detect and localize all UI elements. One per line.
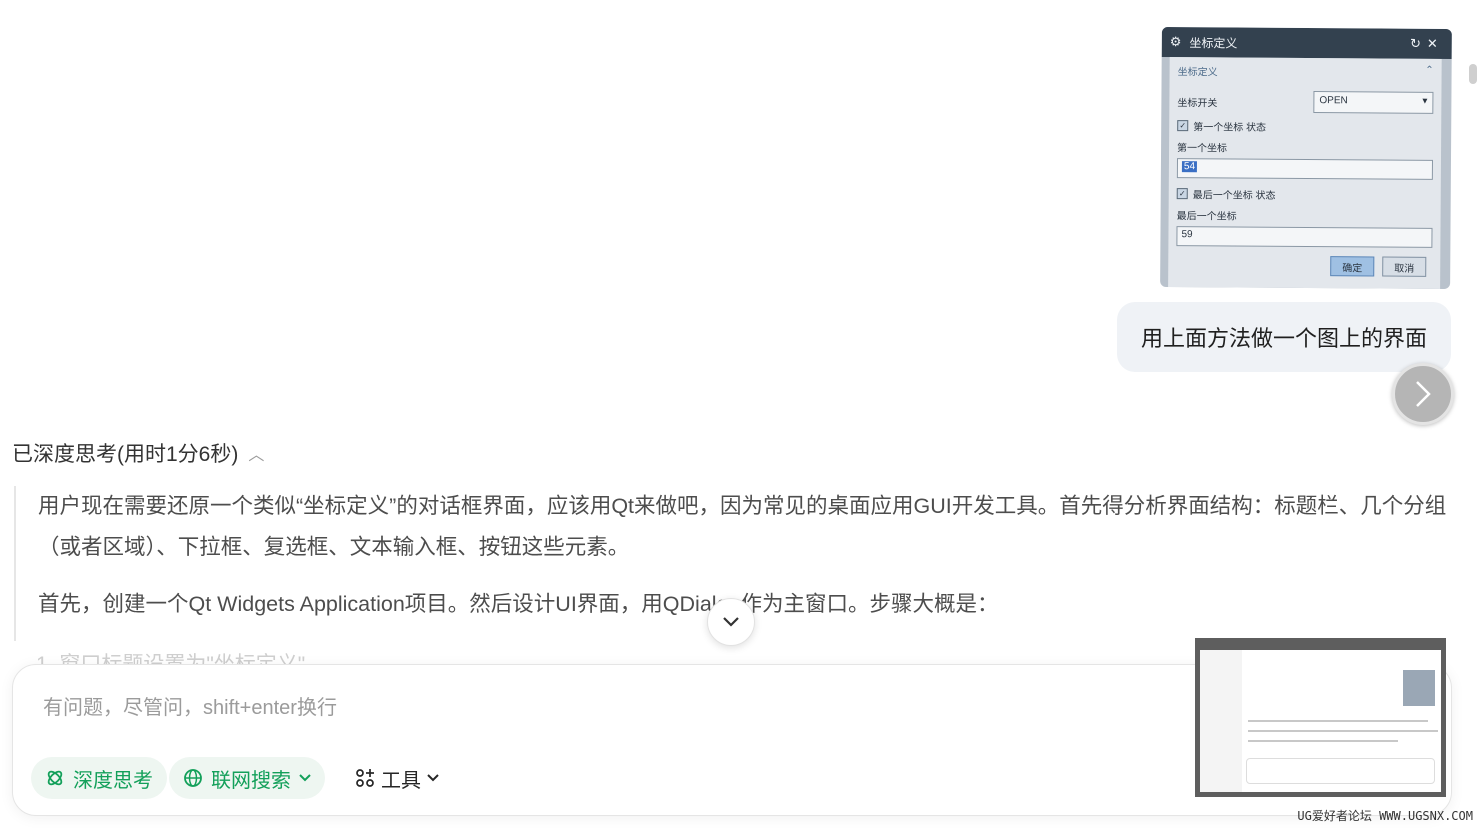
switch-label: 坐标开关 [1177,97,1218,109]
thumbnail-line [1248,730,1438,732]
dialog-group-header: 坐标定义 ⌃ [1178,63,1434,80]
thumbnail-image [1403,670,1435,706]
tools-icon [356,769,374,787]
first-coord-value: 54 [1181,161,1198,173]
deep-think-toggle[interactable]: 深度思考 [31,757,167,799]
web-search-label: 联网搜索 [211,769,291,792]
user-message-text: 用上面方法做一个图上的界面 [1140,326,1427,351]
last-state-row: ✓ 最后一个坐标 状态 [1176,186,1433,203]
collapse-icon: ⌃ [1425,64,1434,76]
last-state-label: 最后一个坐标 状态 [1192,190,1276,202]
tools-label: 工具 [381,769,421,792]
ok-button: 确定 [1330,256,1375,277]
chevron-right-icon [1416,381,1431,407]
chevron-down-icon [723,617,739,627]
scrollbar[interactable] [1469,64,1477,84]
thumbnail-sidebar [1200,650,1242,792]
last-coord-field: 59 [1176,226,1433,248]
first-state-checkbox: ✓ [1177,120,1189,132]
next-button[interactable] [1392,363,1454,425]
last-coord-label: 最后一个坐标 [1176,211,1237,223]
web-search-toggle[interactable]: 联网搜索 [169,757,325,799]
thumbnail-line [1248,740,1398,742]
dialog-buttons: 确定 取消 [1330,256,1427,277]
group-title: 坐标定义 [1177,67,1218,79]
dropdown-icon: ▾ [1422,95,1428,107]
deep-think-label: 深度思考 [73,769,153,792]
first-coord-field: 54 [1176,158,1433,180]
first-coord-label: 第一个坐标 [1177,143,1228,155]
thinking-paragraph: 用户现在需要还原一个类似“坐标定义”的对话框界面，应该用Qt来做吧，因为常见的桌… [38,494,1447,559]
watermark: UG爱好者论坛 WWW.UGSNX.COM [1297,809,1473,823]
screen-preview-thumbnail[interactable] [1195,638,1446,797]
chat-input[interactable] [43,691,1143,725]
cancel-button: 取消 [1382,256,1427,277]
last-state-checkbox: ✓ [1176,188,1188,200]
globe-icon [184,769,202,787]
switch-row: 坐标开关 OPEN ▾ [1177,90,1434,114]
user-message-bubble: 用上面方法做一个图上的界面 [1116,302,1451,372]
thinking-toggle[interactable]: 已深度思考(用时1分6秒) ︿ [12,438,264,468]
thinking-header: 已深度思考(用时1分6秒) [12,443,239,466]
first-state-label: 第一个坐标 状态 [1193,122,1267,134]
chevron-down-icon [427,774,439,782]
dialog-body: 坐标定义 ⌃ 坐标开关 OPEN ▾ ✓ 第一个坐标 状态 第一个坐标 54 ✓… [1168,57,1442,289]
chevron-up-icon: ︿ [248,447,265,464]
dialog-title-bar: ⚙ 坐标定义 ↻✕ [1161,26,1452,60]
first-state-row: ✓ 第一个坐标 状态 [1177,118,1433,135]
last-coord-value: 59 [1181,229,1193,241]
atom-icon [47,770,63,786]
switch-value: OPEN [1319,95,1348,107]
attached-image[interactable]: ⚙ 坐标定义 ↻✕ 坐标定义 ⌃ 坐标开关 OPEN ▾ ✓ 第一个坐标 状态 … [1160,26,1452,290]
scroll-to-bottom-button[interactable] [707,598,755,646]
dialog-title: 坐标定义 [1189,35,1238,51]
tools-menu[interactable]: 工具 [355,757,439,799]
chevron-down-icon [299,774,311,782]
switch-select: OPEN ▾ [1313,91,1434,114]
thumbnail-line [1248,720,1428,722]
thumbnail-composer [1246,758,1435,784]
close-icon: ↻✕ [1409,35,1444,51]
gear-icon: ⚙ [1169,34,1182,50]
